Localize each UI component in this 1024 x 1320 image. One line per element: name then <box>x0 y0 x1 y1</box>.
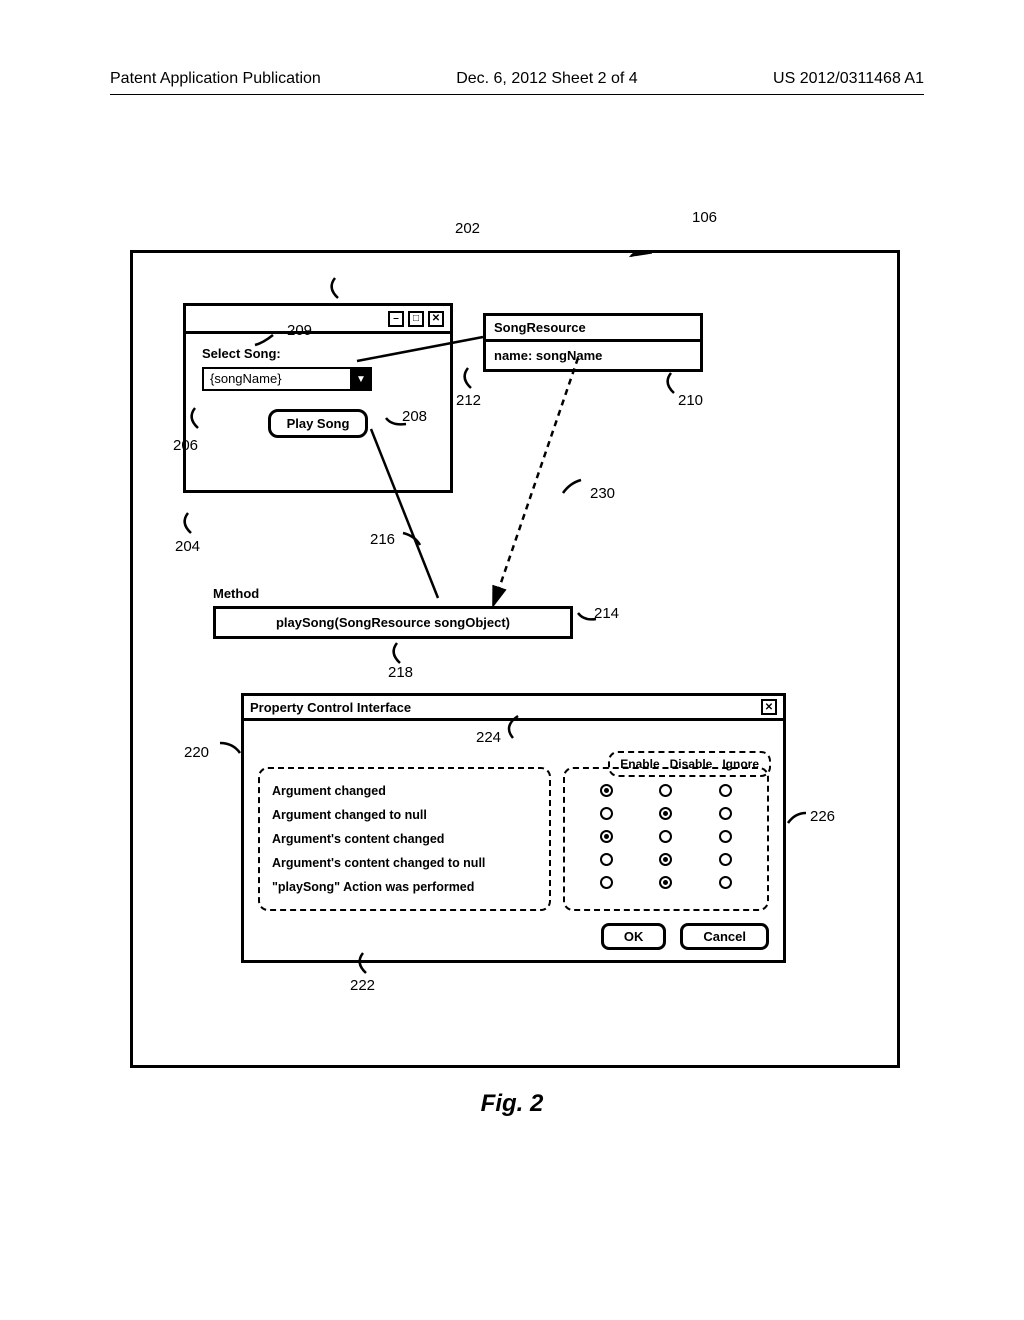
close-icon[interactable]: ✕ <box>428 311 444 327</box>
radio-ignore[interactable] <box>719 853 732 866</box>
ref-222: 222 <box>350 977 375 994</box>
radio-enable[interactable] <box>600 807 613 820</box>
radio-ignore[interactable] <box>719 807 732 820</box>
argument-row: Argument's content changed to null <box>272 851 537 875</box>
window-titlebar: – □ ✕ <box>186 306 450 334</box>
radio-enable[interactable] <box>600 853 613 866</box>
radio-ignore[interactable] <box>719 876 732 889</box>
argument-list: Argument changedArgument changed to null… <box>258 767 551 911</box>
song-resource-box: SongResource name: songName <box>483 313 703 372</box>
ref-214: 214 <box>594 605 619 622</box>
chevron-down-icon: ▼ <box>350 369 370 389</box>
song-resource-body: name: songName <box>486 342 700 369</box>
ref-220: 220 <box>184 744 209 761</box>
minimize-icon[interactable]: – <box>388 311 404 327</box>
radio-disable[interactable] <box>659 784 672 797</box>
ref-230: 230 <box>590 485 615 502</box>
radio-row <box>577 802 755 825</box>
pci-titlebar: Property Control Interface ✕ <box>244 696 783 721</box>
song-dropdown[interactable]: {songName} ▼ <box>202 367 372 391</box>
method-label: Method <box>213 586 259 601</box>
song-selection-window: – □ ✕ Select Song: {songName} ▼ Play Son… <box>183 303 453 493</box>
page-header: Patent Application Publication Dec. 6, 2… <box>0 0 1024 88</box>
radio-enable[interactable] <box>600 784 613 797</box>
col-enable: Enable <box>620 757 659 771</box>
radio-disable[interactable] <box>659 853 672 866</box>
header-divider <box>110 94 924 95</box>
col-ignore: Ignore <box>722 757 759 771</box>
pci-title: Property Control Interface <box>250 700 411 715</box>
radio-grid <box>563 767 769 911</box>
dropdown-value: {songName} <box>204 369 350 389</box>
ref-202: 202 <box>455 220 480 237</box>
radio-row <box>577 825 755 848</box>
radio-enable[interactable] <box>600 876 613 889</box>
figure-canvas: – □ ✕ Select Song: {songName} ▼ Play Son… <box>130 250 900 1068</box>
ref-209: 209 <box>287 322 312 339</box>
select-song-label: Select Song: <box>202 346 434 361</box>
ref-106: 106 <box>692 209 717 226</box>
ok-button[interactable]: OK <box>601 923 667 950</box>
radio-row <box>577 848 755 871</box>
radio-ignore[interactable] <box>719 830 732 843</box>
pci-column-headers: Enable Disable Ignore <box>608 751 771 777</box>
radio-disable[interactable] <box>659 807 672 820</box>
header-right: US 2012/0311468 A1 <box>773 70 924 88</box>
radio-row <box>577 871 755 894</box>
song-resource-title: SongResource <box>486 316 700 342</box>
ref-224: 224 <box>476 729 501 746</box>
close-icon[interactable]: ✕ <box>761 699 777 715</box>
method-box: playSong(SongResource songObject) <box>213 606 573 639</box>
col-disable: Disable <box>670 757 713 771</box>
ref-206: 206 <box>173 437 198 454</box>
radio-enable[interactable] <box>600 830 613 843</box>
header-center: Dec. 6, 2012 Sheet 2 of 4 <box>456 70 637 88</box>
argument-row: "playSong" Action was performed <box>272 875 537 899</box>
header-left: Patent Application Publication <box>110 70 321 88</box>
radio-disable[interactable] <box>659 876 672 889</box>
radio-disable[interactable] <box>659 830 672 843</box>
play-song-button[interactable]: Play Song <box>268 409 369 438</box>
ref-216: 216 <box>370 531 395 548</box>
property-control-interface: Property Control Interface ✕ Enable Disa… <box>241 693 786 963</box>
maximize-icon[interactable]: □ <box>408 311 424 327</box>
argument-row: Argument changed to null <box>272 803 537 827</box>
argument-row: Argument changed <box>272 779 537 803</box>
ref-218: 218 <box>388 664 413 681</box>
ref-210: 210 <box>678 392 703 409</box>
argument-row: Argument's content changed <box>272 827 537 851</box>
cancel-button[interactable]: Cancel <box>680 923 769 950</box>
ref-226: 226 <box>810 808 835 825</box>
ref-208: 208 <box>402 408 427 425</box>
figure-caption: Fig. 2 <box>0 1090 1024 1118</box>
ref-204: 204 <box>175 538 200 555</box>
ref-212: 212 <box>456 392 481 409</box>
radio-row <box>577 779 755 802</box>
radio-ignore[interactable] <box>719 784 732 797</box>
